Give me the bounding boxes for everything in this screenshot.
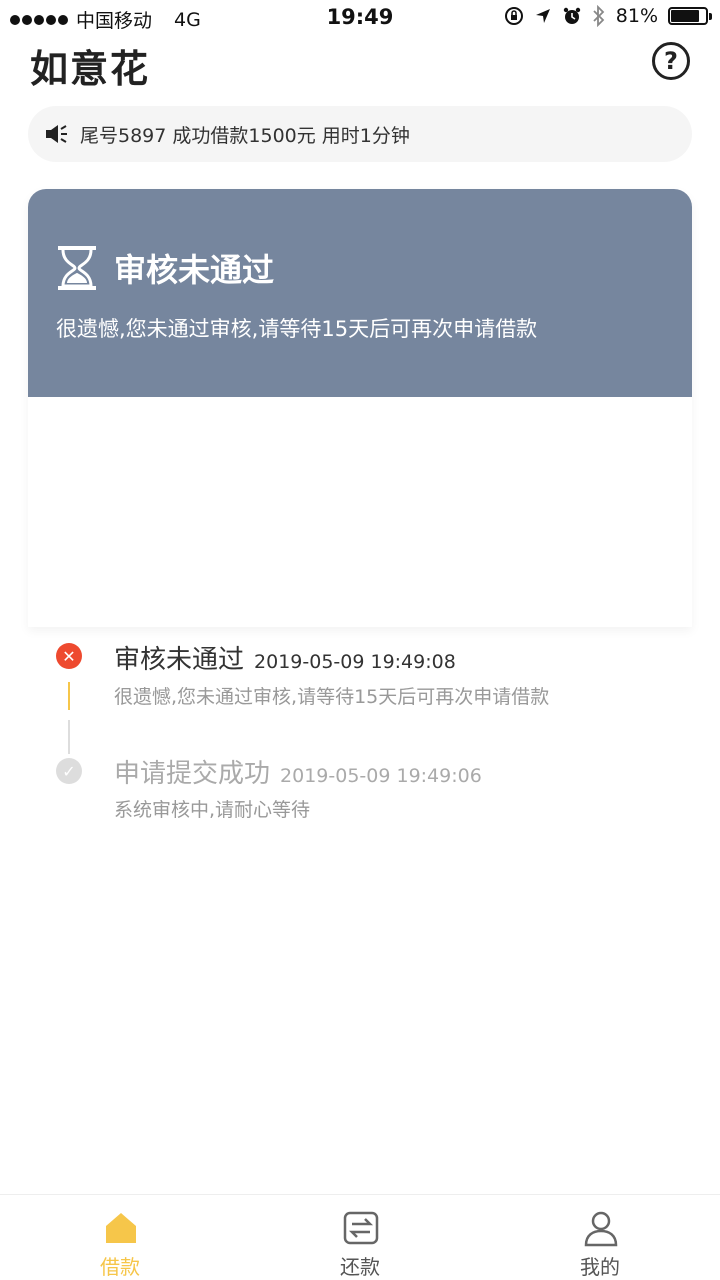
timeline-description: 很遗憾,您未通过审核,请等待15天后可再次申请借款 (114, 686, 550, 708)
tab-loan[interactable]: 借款 (60, 1195, 180, 1280)
notice-text: 尾号5897 成功借款1500元 用时1分钟 (80, 124, 410, 147)
battery-percent: 81% (615, 5, 658, 27)
bluetooth-icon (593, 5, 605, 27)
timeline-title-text: 申请提交成功 (114, 759, 271, 789)
tab-label: 我的 (580, 1255, 620, 1279)
status-bar: 中国移动 4G 19:49 81% (0, 0, 720, 36)
timeline-title-text: 审核未通过 (114, 645, 245, 675)
status-card-header: 审核未通过 很遗憾,您未通过审核,请等待15天后可再次申请借款 (28, 189, 692, 397)
battery-icon (668, 7, 712, 25)
location-icon (535, 9, 550, 23)
user-icon (584, 1211, 618, 1247)
tab-repay[interactable]: 还款 (300, 1195, 420, 1280)
home-icon (106, 1213, 136, 1243)
tab-mine[interactable]: 我的 (540, 1195, 660, 1280)
timeline-title: 审核未通过 2019-05-09 19:49:08 (114, 639, 456, 676)
tab-label: 还款 (340, 1255, 380, 1279)
status-card-description: 很遗憾,您未通过审核,请等待15天后可再次申请借款 (56, 317, 538, 341)
notice-bar: 尾号5897 成功借款1500元 用时1分钟 (28, 106, 692, 162)
check-icon: ✓ (56, 758, 82, 784)
alarm-icon (563, 7, 580, 24)
battery-fill (671, 10, 699, 22)
help-icon[interactable]: ? (652, 42, 690, 80)
tab-label: 借款 (100, 1255, 140, 1279)
page-title: 如意花 (30, 47, 151, 91)
timeline-time: 2019-05-09 19:49:08 (254, 651, 456, 673)
timeline-description: 系统审核中,请耐心等待 (114, 799, 311, 821)
timeline-time: 2019-05-09 19:49:06 (280, 765, 482, 787)
rotation-lock-icon (504, 7, 523, 25)
timeline-connector (68, 720, 70, 754)
speaker-icon (46, 125, 67, 143)
timeline-connector (68, 682, 70, 710)
repay-icon (343, 1211, 379, 1245)
status-card-title: 审核未通过 (114, 251, 275, 289)
hourglass-icon (58, 246, 96, 290)
bottom-tab-bar: 借款 还款 我的 (0, 1194, 720, 1280)
close-icon: ✕ (56, 643, 82, 669)
review-status-card: 审核未通过 很遗憾,您未通过审核,请等待15天后可再次申请借款 ✕ 审核未通过 2… (28, 189, 692, 821)
timeline-title: 申请提交成功 2019-05-09 19:49:06 (114, 753, 482, 790)
status-right: 81% (504, 5, 712, 27)
